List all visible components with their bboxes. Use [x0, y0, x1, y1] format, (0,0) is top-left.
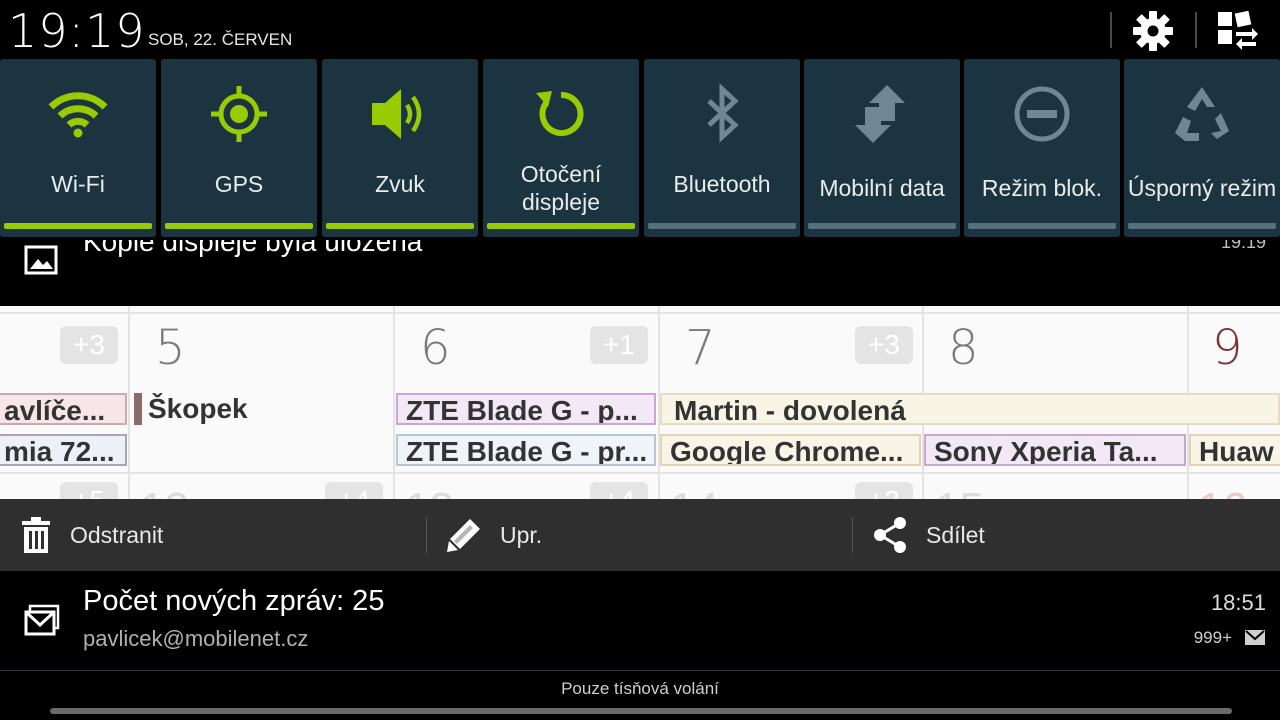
tile-state-bar [808, 223, 956, 229]
tile-label: Otočení displeje [520, 161, 602, 215]
calendar-event: Google Chrome... [660, 434, 921, 466]
mobile-data-icon [851, 83, 913, 145]
more-events-badge: +4 [325, 482, 383, 499]
day-number: 7 [685, 320, 716, 376]
tile-label: Wi-Fi [51, 171, 105, 197]
emergency-calls-label: Pouze tísňová volání [561, 679, 719, 698]
delete-label: Odstranit [70, 521, 164, 548]
envelope-icon [1245, 630, 1265, 645]
divider [1195, 12, 1197, 48]
rotate-icon [530, 83, 592, 145]
pencil-icon [447, 519, 480, 552]
divider [1110, 12, 1112, 48]
sound-icon [369, 83, 431, 145]
drag-handle[interactable] [50, 708, 1232, 714]
screenshot-actions: Odstranit Upr. Sdílet [0, 499, 1280, 571]
day-number: 9 [1212, 320, 1243, 376]
delete-button[interactable]: Odstranit [20, 499, 420, 571]
gear-icon [1133, 11, 1173, 51]
tile-state-bar [648, 223, 796, 229]
day-number: 8 [948, 320, 979, 376]
tile-mobile-data[interactable]: Mobilní data [804, 59, 960, 237]
tile-screen-rotation[interactable]: Otočení displeje [483, 59, 639, 237]
blocking-mode-icon [1011, 83, 1073, 145]
clock: 19:19 [8, 4, 146, 58]
day-number: 15 [935, 484, 984, 499]
tile-label: Bluetooth [673, 171, 771, 197]
notification-time: 19:19 [1220, 240, 1266, 252]
tile-label: Úsporný režim [1127, 175, 1277, 201]
tile-label: Mobilní data [819, 175, 945, 201]
calendar-event: avlíče... [0, 393, 127, 425]
day-number: 5 [155, 320, 186, 376]
tile-state-bar [487, 223, 635, 229]
quick-settings-panel: Wi-Fi GPS Zvuk Otočení displeje Bluetoot… [0, 59, 1280, 240]
notification-title: Počet nových zpráv: 25 [83, 585, 385, 617]
tile-gps[interactable]: GPS [161, 59, 317, 237]
account-label: pavlicek@mobilenet.cz [83, 626, 309, 651]
tile-wifi[interactable]: Wi-Fi [0, 59, 156, 237]
edit-label: Upr. [500, 521, 543, 548]
tile-label: Režim blok. [981, 175, 1103, 201]
tile-state-bar [165, 223, 313, 229]
bluetooth-icon [691, 83, 753, 145]
more-events-badge: +3 [855, 482, 913, 499]
day-number: 6 [420, 320, 451, 376]
share-button[interactable]: Sdílet [872, 499, 1272, 571]
share-icon [874, 517, 906, 553]
image-icon [24, 245, 58, 275]
more-events-badge: +4 [590, 482, 648, 499]
edit-button[interactable]: Upr. [446, 499, 846, 571]
mail-notification[interactable]: Počet nových zpráv: 25 pavlicek@mobilene… [0, 572, 1280, 671]
notification-time: 18:51 [1210, 590, 1266, 615]
calendar-event: Huaw [1189, 434, 1280, 466]
date-label: SOB, 22. ČERVEN [148, 30, 293, 49]
grid-edit-icon [1218, 10, 1258, 50]
more-events-badge: +3 [855, 326, 913, 364]
tile-label: GPS [214, 171, 264, 197]
trash-icon [22, 517, 50, 553]
power-saving-icon [1171, 83, 1233, 145]
day-number: 13 [405, 484, 454, 499]
day-number: 14 [670, 484, 719, 499]
day-number: 12 [140, 484, 189, 499]
more-events-badge: +1 [590, 326, 648, 364]
tile-state-bar [968, 223, 1116, 229]
notification-title: Kopie displeje byla uložena [83, 240, 423, 257]
status-bar: 19:19 SOB, 22. ČERVEN [0, 0, 1280, 58]
screenshot-preview[interactable]: +3 5 6 +1 7 +3 8 9 avlíče... Škopek ZTE … [0, 306, 1280, 499]
more-events-badge: +5 [60, 482, 118, 499]
screenshot-notification[interactable]: Kopie displeje byla uložena 19:19 [0, 240, 1280, 306]
calendar-event: Martin - dovolená [660, 393, 1280, 425]
tile-state-bar [1128, 223, 1276, 229]
day-number: 16 [1198, 484, 1247, 499]
more-events-badge: +3 [60, 326, 118, 364]
tile-sound[interactable]: Zvuk [322, 59, 478, 237]
quick-settings-grid-button[interactable] [1216, 10, 1260, 50]
calendar-event: ZTE Blade G - pr... [396, 434, 656, 466]
mail-icon [24, 604, 60, 636]
tile-blocking-mode[interactable]: Režim blok. [964, 59, 1120, 237]
calendar-event: Škopek [134, 393, 389, 425]
footer: Pouze tísňová volání [0, 671, 1280, 720]
calendar-event: mia 72... [0, 434, 127, 466]
settings-button[interactable] [1130, 8, 1176, 54]
gps-icon [208, 83, 270, 145]
calendar-event: Sony Xperia Ta... [924, 434, 1186, 466]
calendar-event: ZTE Blade G - p... [396, 393, 656, 425]
tile-bluetooth[interactable]: Bluetooth [644, 59, 800, 237]
wifi-icon [47, 83, 109, 145]
tile-state-bar [4, 223, 152, 229]
tile-label: Zvuk [375, 171, 425, 197]
share-label: Sdílet [926, 521, 985, 548]
tile-power-saving[interactable]: Úsporný režim [1124, 59, 1280, 237]
unread-count: 999+ [1193, 628, 1232, 647]
tile-state-bar [326, 223, 474, 229]
